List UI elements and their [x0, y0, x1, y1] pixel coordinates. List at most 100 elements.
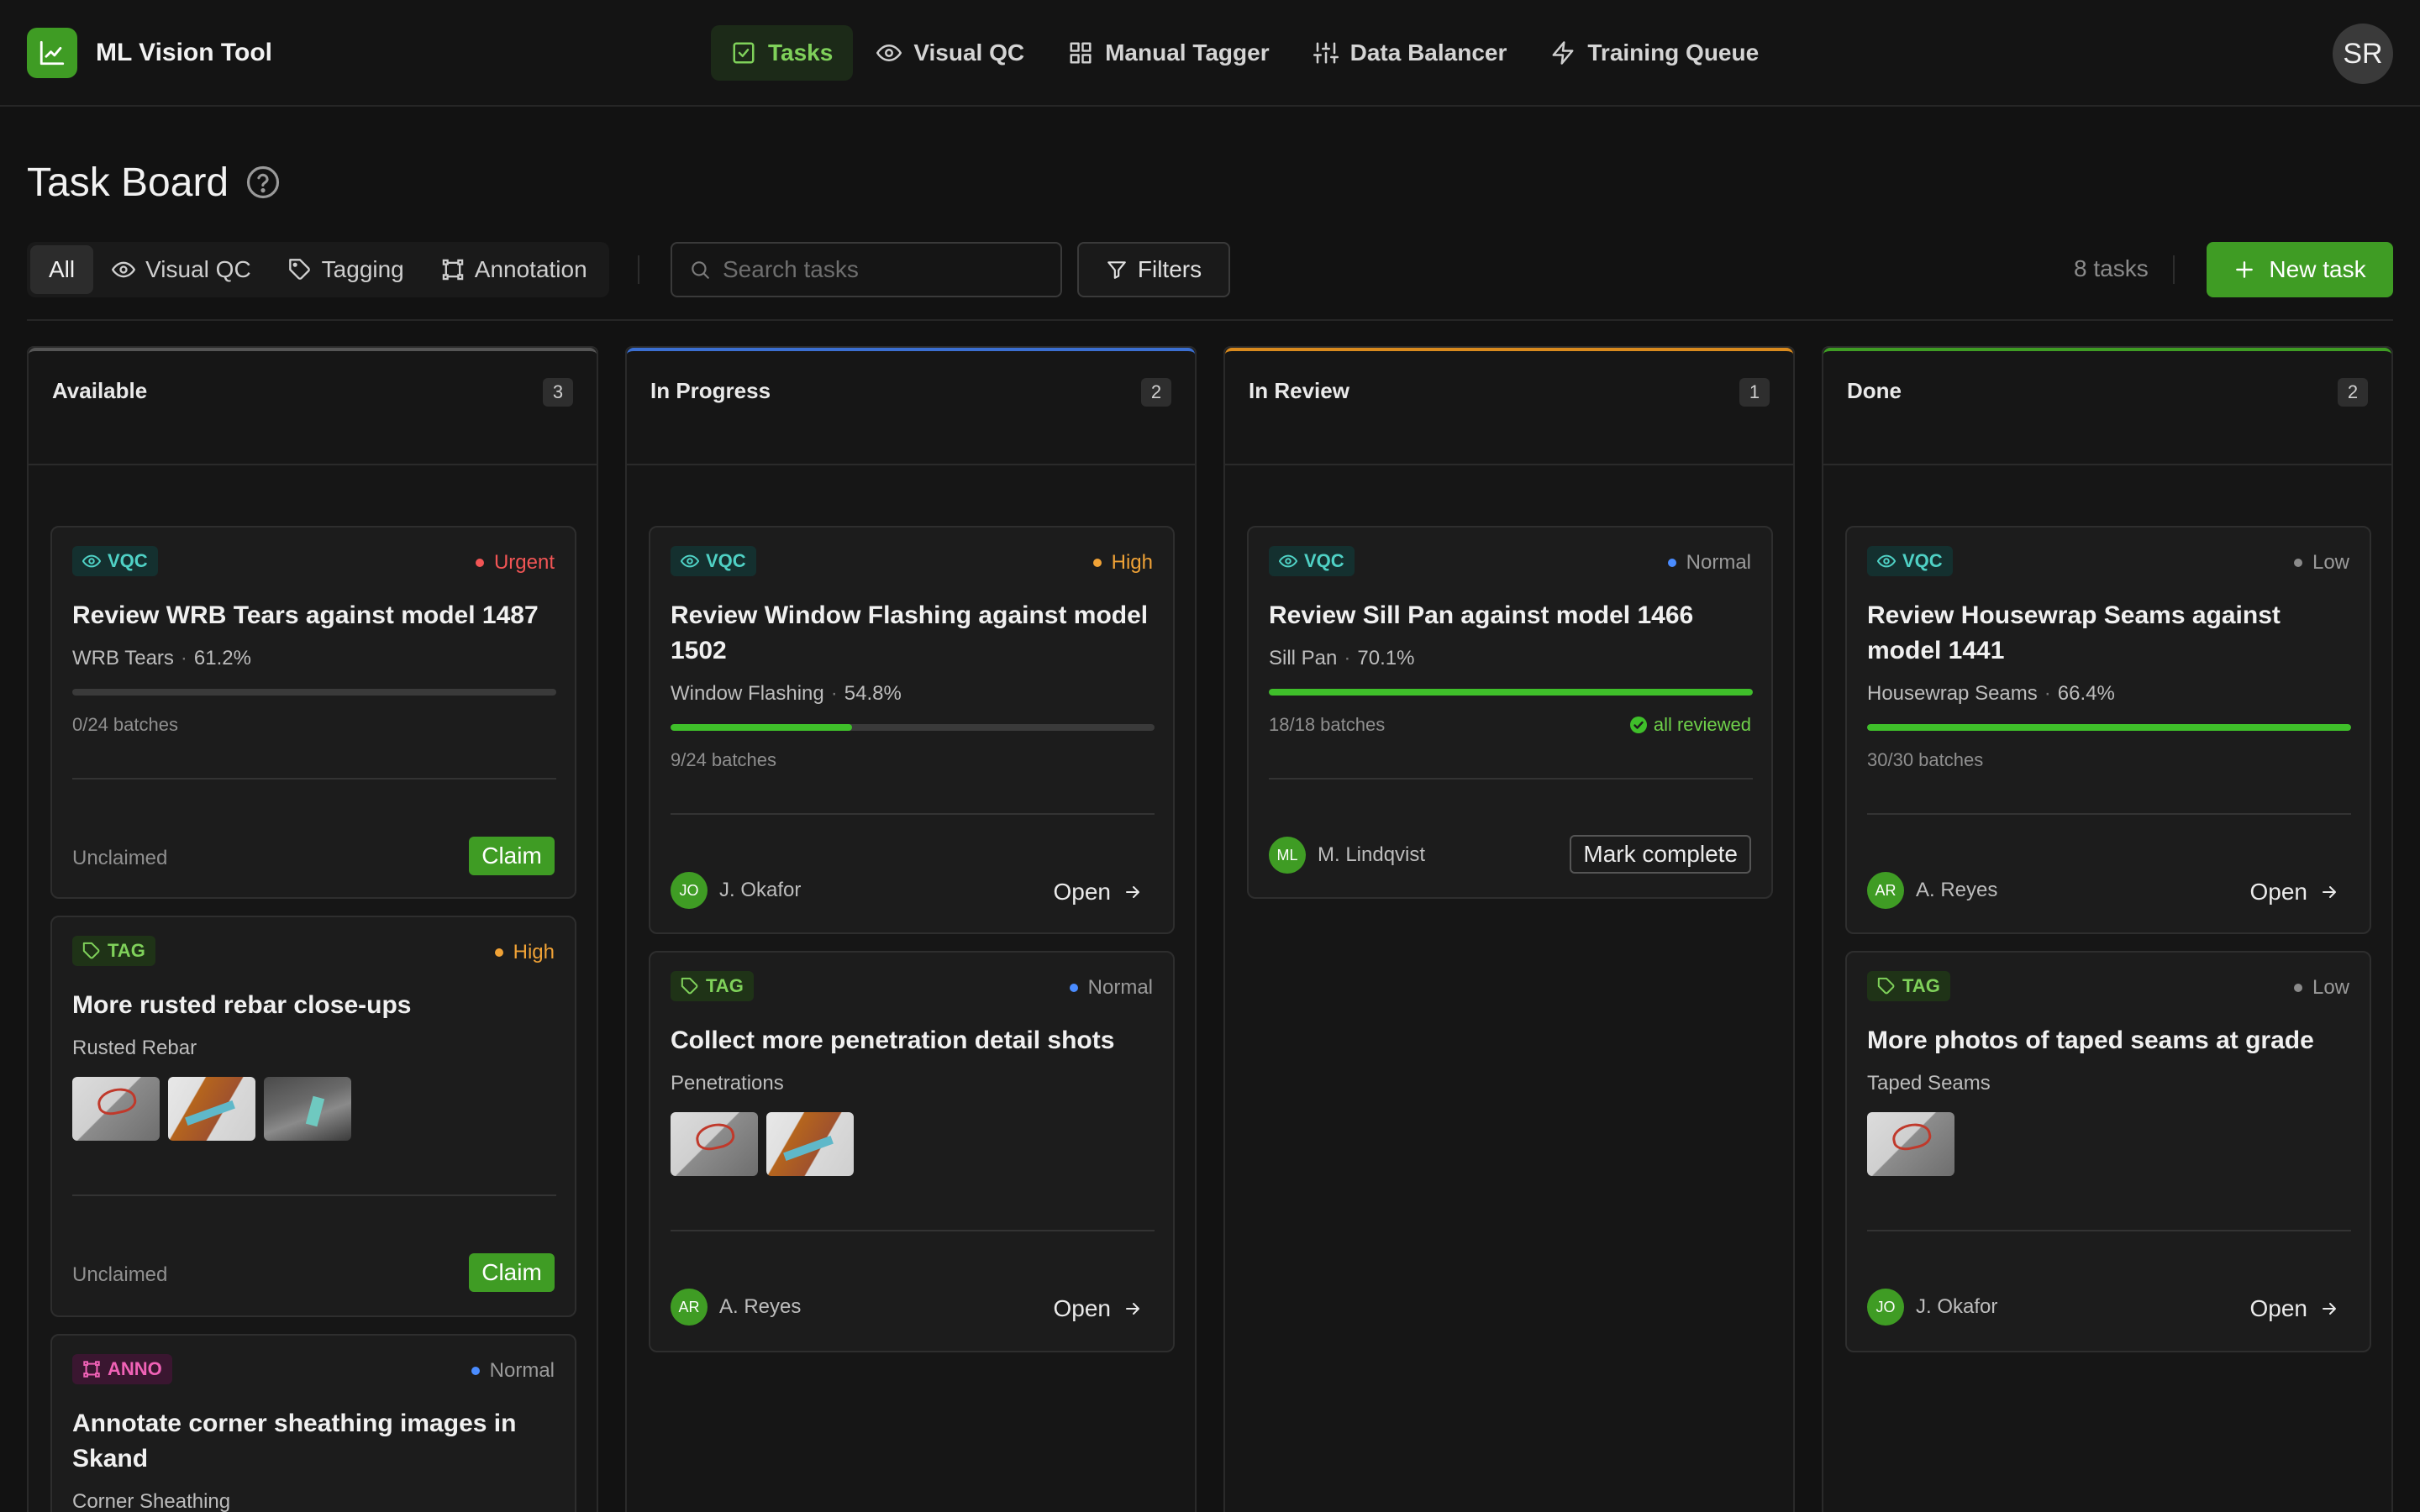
score: 61.2% [193, 647, 251, 669]
task-card[interactable]: TAG Normal Collect more penetration deta… [649, 951, 1175, 1352]
thumbnail-strip [1867, 1112, 1963, 1176]
score: 66.4% [2057, 682, 2115, 705]
help-circle-icon[interactable] [245, 165, 281, 200]
assignee-name: A. Reyes [1916, 879, 1998, 901]
nav-manual-tagger[interactable]: Manual Tagger [1048, 25, 1290, 81]
image-thumbnail[interactable] [1867, 1112, 1954, 1176]
arrow-right-icon [2319, 882, 2339, 902]
batch-count: 0/24 batches [72, 714, 178, 735]
claim-button[interactable]: Claim [469, 837, 555, 875]
claim-status: Unclaimed [72, 1263, 168, 1286]
open-button[interactable]: Open [1054, 1295, 1144, 1322]
avatar: JO [1867, 1289, 1904, 1326]
task-card[interactable]: VQC High Review Window Flashing against … [649, 526, 1175, 934]
badge-label: VQC [108, 550, 148, 571]
card-subtitle: Sill Pan · 70.1% [1269, 647, 1415, 669]
priority-label: Normal [489, 1359, 555, 1382]
image-thumbnail[interactable] [766, 1112, 854, 1176]
card-subtitle: Window Flashing · 54.8% [671, 682, 902, 705]
arrow-right-icon [1123, 882, 1143, 902]
tag-icon [82, 942, 101, 960]
user-avatar[interactable]: SR [2333, 24, 2393, 84]
segment-visual-qc[interactable]: Visual QC [93, 245, 270, 294]
search-input[interactable] [723, 256, 1042, 283]
priority-dot [471, 1367, 480, 1375]
open-button[interactable]: Open [2250, 1295, 2340, 1322]
task-card[interactable]: VQC Low Review Housewrap Seams against m… [1845, 526, 2371, 934]
column-in-review: In Review 1 VQC Normal Review Sill Pan a… [1223, 346, 1795, 1512]
open-button[interactable]: Open [2250, 879, 2340, 906]
image-thumbnail[interactable] [168, 1077, 255, 1141]
progress-bar [671, 724, 1155, 731]
assignee: JO J. Okafor [671, 872, 801, 909]
vqc-badge: VQC [1269, 546, 1355, 576]
task-card[interactable]: TAG Low More photos of taped seams at gr… [1845, 951, 2371, 1352]
segment-all[interactable]: All [30, 245, 94, 294]
thumbnail-strip [72, 1077, 360, 1141]
task-card[interactable]: TAG High More rusted rebar close-ups Rus… [50, 916, 576, 1317]
new-task-button[interactable]: New task [2207, 242, 2393, 297]
card-title: Review Sill Pan against model 1466 [1269, 601, 1694, 629]
task-card[interactable]: VQC Urgent Review WRB Tears against mode… [50, 526, 576, 899]
brand[interactable]: ML Vision Tool [27, 27, 272, 79]
app-name: ML Vision Tool [96, 39, 272, 66]
open-label: Open [1053, 879, 1112, 905]
priority-indicator: Normal [1667, 551, 1751, 575]
score: 70.1% [1357, 647, 1415, 669]
column-title: In Progress [650, 378, 771, 403]
vqc-badge: VQC [1867, 546, 1953, 576]
task-card[interactable]: ANNO Normal Annotate corner sheathing im… [50, 1334, 576, 1512]
tag-badge: TAG [1867, 971, 1950, 1001]
column-in-progress: In Progress 2 VQC High Review Window Fla… [625, 346, 1197, 1512]
card-divider [1867, 813, 2351, 815]
badge-label: VQC [1304, 550, 1344, 571]
card-subtitle: Taped Seams [1867, 1072, 1991, 1095]
nav-visual-qc[interactable]: Visual QC [856, 25, 1044, 81]
divider [2173, 255, 2175, 284]
nav-data-balancer[interactable]: Data Balancer [1293, 25, 1528, 81]
arrow-right-icon [2319, 1299, 2339, 1319]
priority-dot [2293, 559, 2302, 567]
card-divider [1867, 1230, 2351, 1231]
open-button[interactable]: Open [1054, 879, 1144, 906]
nav-tasks[interactable]: Tasks [711, 25, 854, 81]
nav-label: Visual QC [913, 39, 1025, 66]
subject: Housewrap Seams [1867, 682, 2038, 705]
assignee-name: M. Lindqvist [1318, 843, 1426, 866]
card-divider [671, 1230, 1155, 1231]
avatar: AR [671, 1289, 708, 1326]
column-title: Done [1847, 378, 1902, 403]
image-thumbnail[interactable] [264, 1077, 351, 1141]
column-count: 2 [2338, 378, 2368, 407]
card-subtitle: Housewrap Seams · 66.4% [1867, 682, 2115, 705]
filters-button[interactable]: Filters [1077, 242, 1230, 297]
card-subtitle: Rusted Rebar [72, 1037, 197, 1059]
task-card[interactable]: VQC Normal Review Sill Pan against model… [1247, 526, 1773, 899]
type-filter-segmented: All Visual QC Tagging Annotation [27, 242, 609, 297]
priority-indicator: Urgent [475, 551, 555, 575]
segment-annotation[interactable]: Annotation [423, 245, 606, 294]
image-thumbnail[interactable] [72, 1077, 160, 1141]
segment-tagging[interactable]: Tagging [270, 245, 423, 294]
card-subtitle: WRB Tears · 61.2% [72, 647, 251, 669]
eye-icon [681, 552, 699, 570]
progress-bar [1269, 689, 1753, 696]
page-title: Task Board [27, 160, 229, 205]
mark-complete-button[interactable]: Mark complete [1570, 835, 1751, 874]
priority-dot [475, 559, 484, 567]
subject: Window Flashing [671, 682, 824, 705]
image-thumbnail[interactable] [671, 1112, 758, 1176]
card-title: Collect more penetration detail shots [671, 1026, 1115, 1054]
nav-label: Manual Tagger [1105, 39, 1270, 66]
filters-label: Filters [1137, 256, 1202, 282]
search-box[interactable] [671, 242, 1062, 297]
vqc-badge: VQC [72, 546, 158, 576]
funnel-icon [1106, 259, 1128, 281]
assignee-name: J. Okafor [1916, 1295, 1998, 1318]
tag-icon [288, 258, 312, 281]
card-divider [1269, 778, 1753, 780]
priority-indicator: Normal [471, 1359, 555, 1383]
card-title: More rusted rebar close-ups [72, 991, 412, 1019]
claim-button[interactable]: Claim [469, 1253, 555, 1292]
nav-training-queue[interactable]: Training Queue [1530, 25, 1779, 81]
